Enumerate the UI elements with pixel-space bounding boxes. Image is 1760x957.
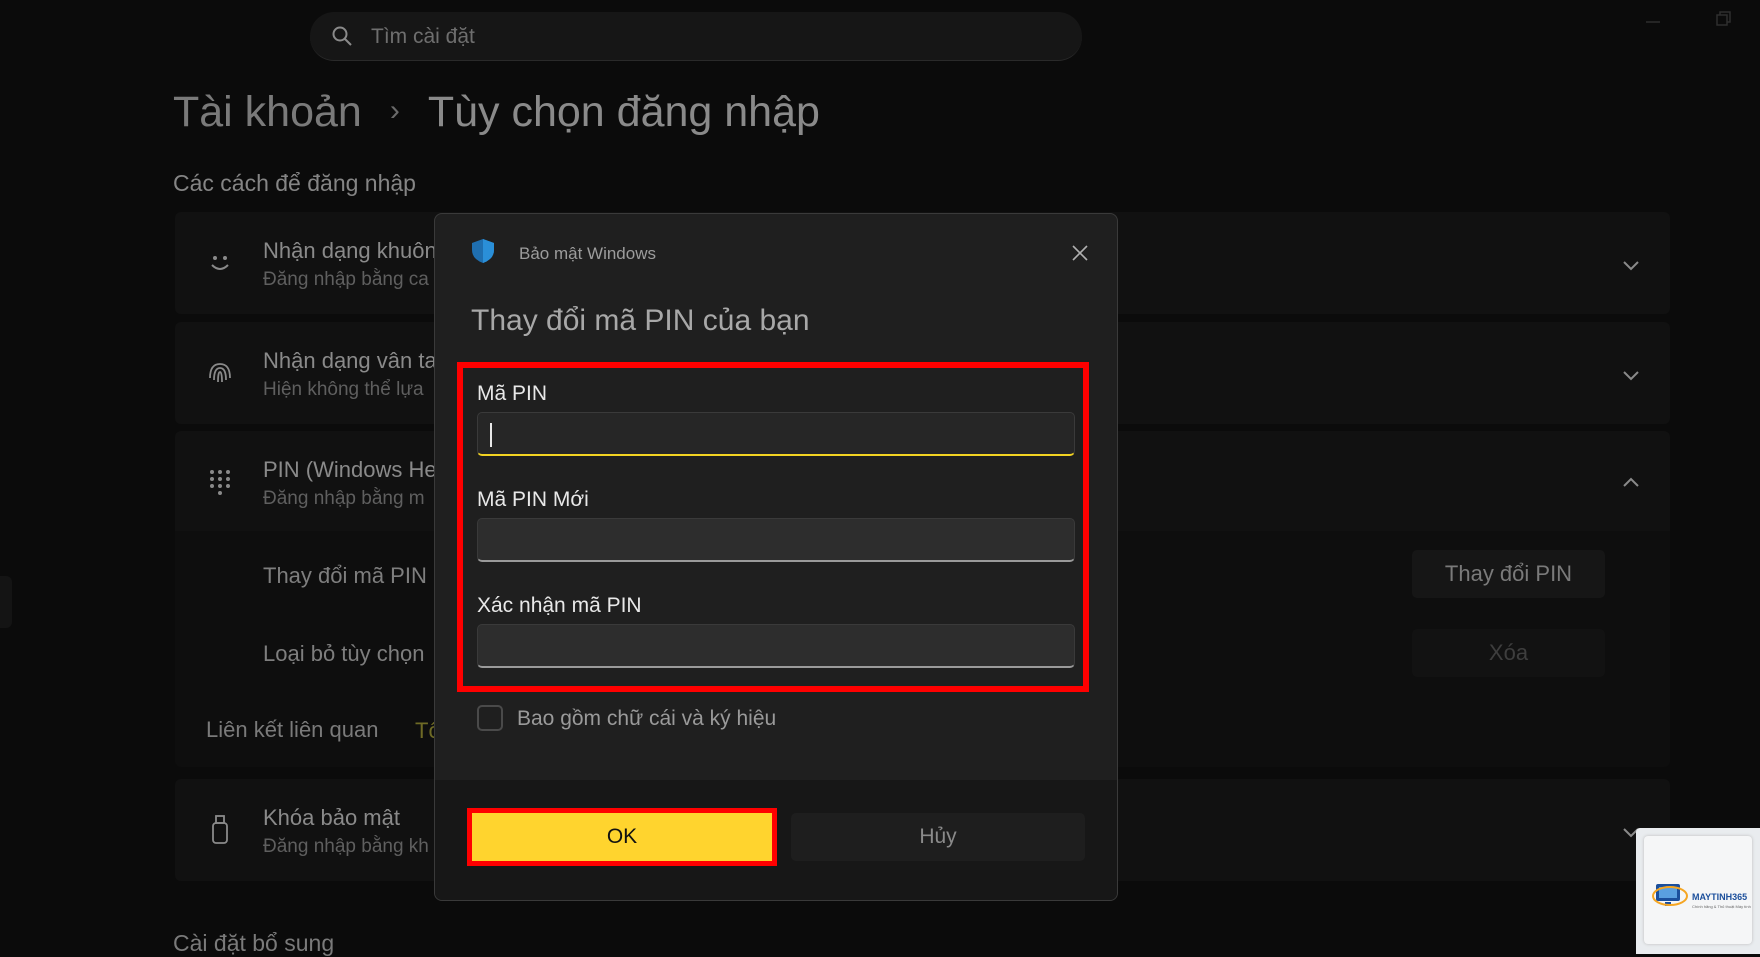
new-pin-input[interactable]: [477, 518, 1075, 562]
new-pin-label: Mã PIN Mới: [477, 488, 589, 511]
cancel-button[interactable]: Hủy: [791, 813, 1085, 861]
close-icon[interactable]: [1071, 244, 1089, 262]
text-caret: [490, 423, 492, 447]
computer-logo-icon: [1652, 884, 1688, 906]
ok-button-label: OK: [606, 825, 638, 848]
card-title: Nhận dạng khuôn: [263, 238, 437, 263]
breadcrumb-separator: ›: [389, 94, 400, 127]
search-icon: [330, 24, 354, 48]
side-panel-handle[interactable]: [0, 576, 12, 628]
logo-brand: MAYTINH365: [1692, 892, 1748, 902]
maytinh365-logo: MAYTINH365 Chính hãng & Thủ thuật Máy tí…: [1636, 828, 1760, 954]
card-subtitle: Hiện không thể lựa: [263, 379, 424, 400]
card-title: Khóa bảo mật: [263, 805, 400, 830]
breadcrumb-parent[interactable]: Tài khoản: [173, 88, 362, 136]
change-pin-button[interactable]: Thay đổi PIN: [1412, 550, 1605, 598]
card-subtitle: Đăng nhập bằng m: [263, 488, 425, 509]
logo-card: MAYTINH365 Chính hãng & Thủ thuật Máy tí…: [1644, 836, 1752, 944]
dialog-footer: OK Hủy: [435, 780, 1117, 900]
chevron-down-icon[interactable]: [1620, 364, 1642, 386]
shield-icon: [471, 238, 495, 264]
remove-option-label: Loại bỏ tùy chọn: [263, 641, 425, 666]
additional-settings-title: Cài đặt bổ sung: [173, 930, 335, 956]
confirm-pin-label: Xác nhận mã PIN: [477, 594, 642, 617]
change-pin-label: Thay đổi mã PIN: [263, 563, 427, 588]
confirm-pin-input[interactable]: [477, 624, 1075, 668]
card-title: Nhận dạng vân ta: [263, 348, 437, 373]
section-title: Các cách để đăng nhập: [173, 170, 416, 196]
face-icon: [205, 248, 235, 278]
logo-tagline: Chính hãng & Thủ thuật Máy tính: [1692, 904, 1751, 909]
fingerprint-icon: [205, 358, 235, 388]
remove-pin-button[interactable]: Xóa: [1412, 629, 1605, 677]
minimize-icon[interactable]: [1644, 10, 1662, 28]
current-pin-input[interactable]: [477, 412, 1075, 456]
current-pin-label: Mã PIN: [477, 382, 548, 405]
restore-icon[interactable]: [1714, 10, 1732, 28]
chevron-down-icon[interactable]: [1620, 254, 1642, 276]
ok-button[interactable]: OK: [467, 808, 777, 866]
keypad-icon: [205, 467, 235, 497]
dialog-app-title: Bảo mật Windows: [519, 244, 656, 263]
dialog-heading: Thay đổi mã PIN của bạn: [471, 304, 810, 337]
card-title: PIN (Windows He: [263, 457, 437, 482]
search-box[interactable]: Tìm cài đặt: [310, 12, 1082, 61]
page-title: Tùy chọn đăng nhập: [427, 88, 820, 136]
card-subtitle: Đăng nhập bằng ca: [263, 269, 429, 290]
related-links-label: Liên kết liên quan: [206, 717, 379, 742]
include-letters-checkbox[interactable]: [477, 705, 503, 731]
breadcrumb: Tài khoản › Tùy chọn đăng nhập: [173, 88, 820, 137]
chevron-up-icon[interactable]: [1620, 471, 1642, 493]
change-pin-dialog: Bảo mật Windows Thay đổi mã PIN của bạn …: [434, 213, 1118, 901]
usb-key-icon: [205, 813, 235, 844]
card-subtitle: Đăng nhập bằng kh: [263, 836, 429, 857]
search-placeholder: Tìm cài đặt: [371, 25, 475, 48]
include-letters-label[interactable]: Bao gồm chữ cái và ký hiệu: [517, 707, 776, 731]
pin-fields-highlight: Mã PIN Mã PIN Mới Xác nhận mã PIN: [457, 362, 1089, 692]
